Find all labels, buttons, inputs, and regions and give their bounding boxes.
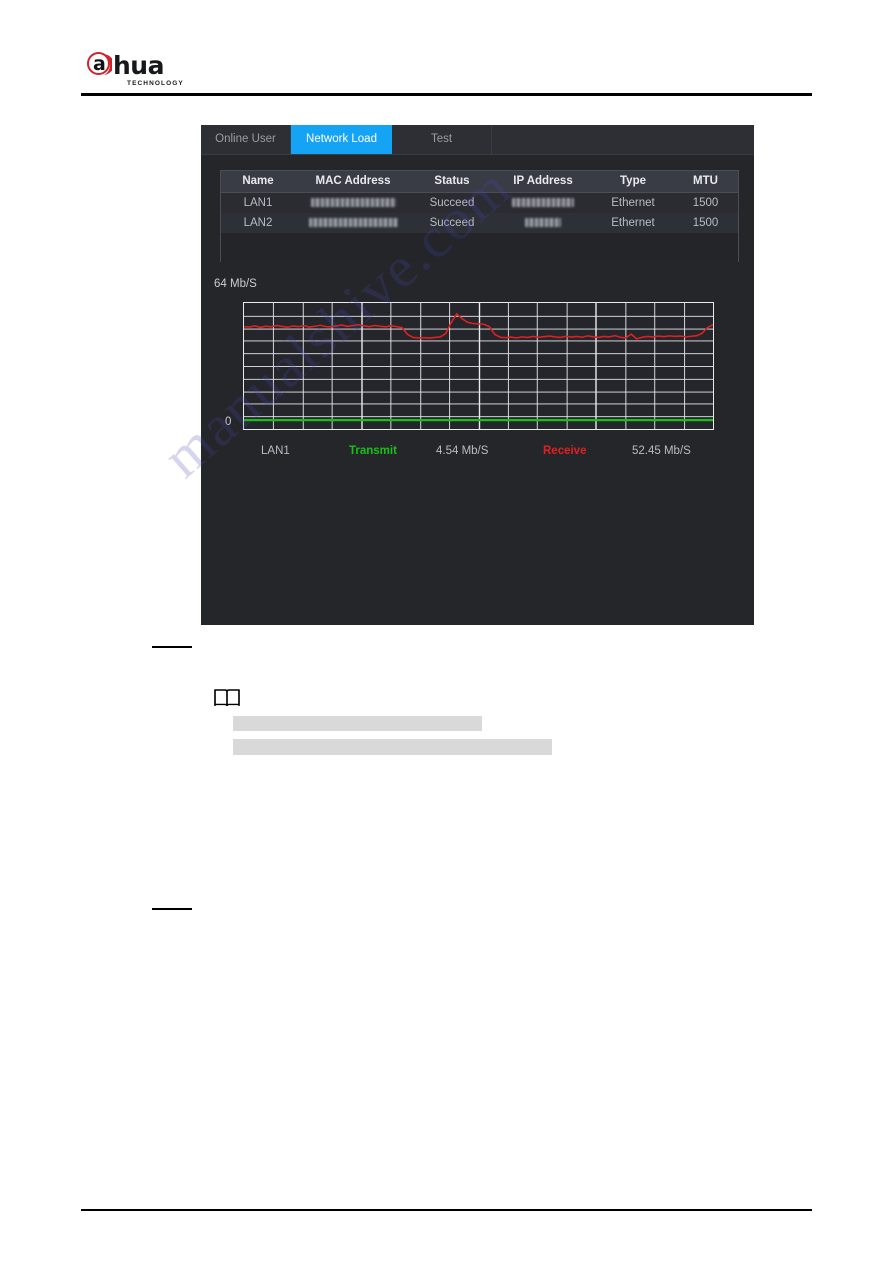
cell-ip: [493, 193, 593, 213]
redacted-mac-value: [310, 198, 396, 208]
redacted-ip-value: [512, 198, 574, 208]
table-row[interactable]: LAN1 Succeed Ethernet 1500: [221, 193, 738, 213]
table-row[interactable]: LAN2 Succeed Ethernet 1500: [221, 213, 738, 233]
page-header: a hua TECHNOLOGY: [0, 0, 893, 100]
column-header-status: Status: [434, 175, 470, 187]
section-divider-lower: [152, 908, 192, 910]
chart-gridlines: [244, 303, 713, 429]
chart-y-axis-max-label: 64 Mb/S: [214, 278, 257, 290]
column-header-mtu: MTU: [693, 175, 718, 187]
network-load-panel: Online User Network Load Test Name MAC A…: [201, 125, 754, 625]
logo-wordmark: hua: [113, 51, 164, 80]
column-header-ip: IP Address: [513, 175, 573, 187]
header-divider: [81, 93, 812, 96]
redacted-ip-value: [525, 218, 561, 228]
cell-mac: [295, 193, 411, 213]
cell-mac: [295, 213, 411, 233]
redacted-mac-value: [308, 218, 398, 228]
cell-type: Ethernet: [611, 197, 655, 209]
logo-swoosh-icon: [101, 54, 112, 75]
footer-divider: [81, 1209, 812, 1211]
logo-tagline: TECHNOLOGY: [127, 80, 184, 87]
cell-name: LAN1: [243, 197, 273, 209]
cell-mtu: 1500: [692, 197, 719, 209]
column-header-mac: MAC Address: [315, 175, 391, 187]
tab-bar-filler: [492, 125, 754, 154]
cell-status: Succeed: [429, 197, 475, 209]
column-header-name: Name: [242, 175, 274, 187]
cell-ip: [493, 213, 593, 233]
tab-online-user[interactable]: Online User: [201, 125, 291, 154]
note-book-icon: [214, 688, 240, 708]
legend-receive-label: Receive: [543, 445, 587, 457]
cell-status: Succeed: [429, 217, 475, 229]
nic-table: Name MAC Address Status IP Address Type …: [220, 170, 739, 262]
redacted-note-line: [233, 716, 482, 731]
chart-canvas: [244, 303, 713, 429]
dahua-logo: a hua TECHNOLOGY: [87, 52, 191, 90]
column-header-type: Type: [620, 175, 646, 187]
chart-y-axis-min-label: 0: [225, 416, 232, 428]
legend-interface-label: LAN1: [261, 445, 290, 457]
series-line-receive: [244, 312, 713, 340]
tab-network-load[interactable]: Network Load: [291, 125, 392, 154]
section-divider-upper: [152, 646, 192, 648]
panel-tab-bar: Online User Network Load Test: [201, 125, 754, 155]
cell-mtu: 1500: [692, 217, 719, 229]
logo-mark-icon: a: [87, 52, 114, 79]
cell-name: LAN2: [243, 217, 273, 229]
chart-legend: LAN1 Transmit 4.54 Mb/S Receive 52.45 Mb…: [243, 445, 714, 461]
network-load-chart: [243, 302, 714, 430]
legend-receive-value: 52.45 Mb/S: [632, 445, 691, 457]
cell-type: Ethernet: [611, 217, 655, 229]
legend-transmit-value: 4.54 Mb/S: [436, 445, 489, 457]
legend-transmit-label: Transmit: [349, 445, 397, 457]
table-empty-area: [221, 233, 738, 262]
redacted-note-line: [233, 739, 552, 755]
tab-test[interactable]: Test: [392, 125, 492, 154]
table-header-row: Name MAC Address Status IP Address Type …: [221, 171, 738, 193]
